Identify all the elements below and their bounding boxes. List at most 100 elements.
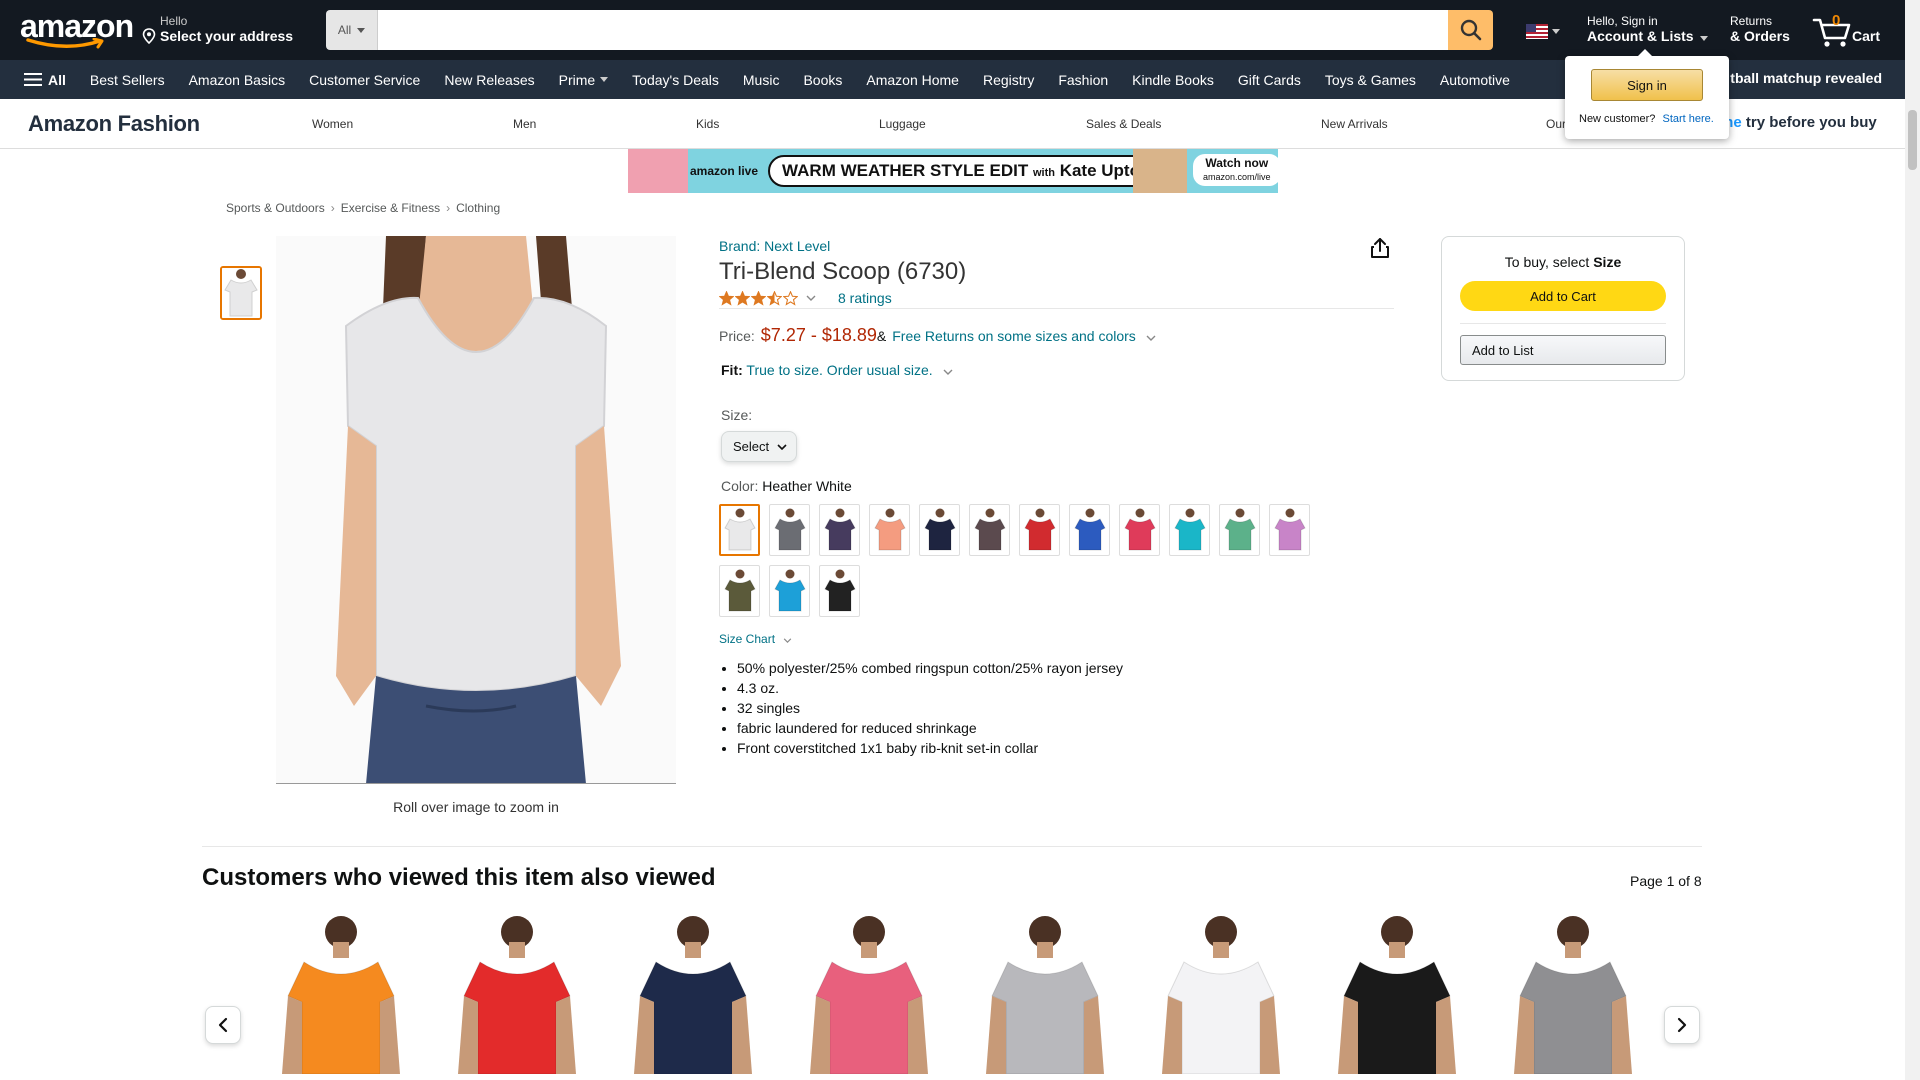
banner-watch-url: amazon.com/live (1203, 172, 1271, 182)
free-returns-link[interactable]: Free Returns on some sizes and colors (892, 328, 1156, 344)
image-thumbnail[interactable] (220, 266, 262, 320)
related-product-card[interactable] (628, 914, 758, 1074)
shirt-color-image (723, 569, 756, 612)
nav-fashion[interactable]: Fashion (1046, 72, 1120, 88)
brand-link[interactable]: Brand: Next Level (719, 238, 830, 254)
nav-gift-cards[interactable]: Gift Cards (1226, 72, 1313, 88)
nav-music[interactable]: Music (731, 72, 792, 88)
language-selector[interactable] (1526, 24, 1560, 39)
amazon-logo[interactable]: amazon (20, 10, 134, 49)
color-swatch[interactable] (819, 565, 860, 617)
related-product-image (282, 916, 400, 1074)
color-swatch[interactable] (1269, 504, 1310, 556)
nav-kindle-books[interactable]: Kindle Books (1120, 72, 1226, 88)
nav-registry[interactable]: Registry (971, 72, 1046, 88)
fashion-link-men[interactable]: Men (513, 117, 536, 131)
nav-customer-service[interactable]: Customer Service (297, 72, 432, 88)
color-swatch[interactable] (1219, 504, 1260, 556)
nav-amazon-basics[interactable]: Amazon Basics (177, 72, 297, 88)
color-swatch[interactable] (1069, 504, 1110, 556)
nav-best-sellers[interactable]: Best Sellers (78, 72, 177, 88)
nav-toys-games[interactable]: Toys & Games (1313, 72, 1428, 88)
related-product-image (458, 916, 576, 1074)
size-dropdown[interactable]: Select (721, 431, 798, 462)
nav-prime[interactable]: Prime (547, 72, 621, 88)
star-rating[interactable] (719, 290, 798, 306)
related-product-card[interactable] (276, 914, 406, 1074)
color-swatch[interactable] (869, 504, 910, 556)
smile-icon (26, 38, 104, 49)
fit-value[interactable]: True to size. Order usual size. (746, 362, 932, 378)
related-product-card[interactable] (980, 914, 1110, 1074)
related-product-card[interactable] (1156, 914, 1286, 1074)
color-label-text: Color: (721, 478, 759, 494)
color-value: Heather White (762, 478, 852, 494)
banner-watch-now: Watch now amazon.com/live (1193, 154, 1278, 186)
chevron-down-icon[interactable] (943, 369, 953, 375)
color-swatch[interactable] (1119, 504, 1160, 556)
title-divider (719, 308, 1394, 309)
color-swatch[interactable] (719, 565, 760, 617)
prime-try-before-you-buy[interactable]: me try before you buy (1720, 114, 1877, 131)
cart[interactable]: 0 Cart (1812, 10, 1882, 50)
carousel-page-indicator: Page 1 of 8 (1630, 873, 1702, 889)
breadcrumb-item[interactable]: Clothing (456, 201, 500, 215)
nav-books[interactable]: Books (791, 72, 854, 88)
carousel-prev-button[interactable] (205, 1006, 241, 1044)
breadcrumb-item[interactable]: Exercise & Fitness (341, 201, 440, 215)
start-here-link[interactable]: Start here. (1662, 113, 1713, 125)
ratings-count-link[interactable]: 8 ratings (838, 290, 892, 306)
related-product-card[interactable] (452, 914, 582, 1074)
banner-host-photo (1133, 149, 1187, 193)
nav-todays-deals[interactable]: Today's Deals (620, 72, 731, 88)
fashion-link-luggage[interactable]: Luggage (879, 117, 926, 131)
related-product-card[interactable] (1508, 914, 1638, 1074)
search-input[interactable] (378, 10, 1448, 50)
feature-bullet: Front coverstitched 1x1 baby rib-knit se… (737, 738, 1123, 758)
add-to-list-button[interactable]: Add to List (1460, 335, 1666, 365)
shirt-color-image (1023, 508, 1056, 551)
search-bar: All (326, 10, 1493, 50)
share-button[interactable] (1370, 237, 1390, 264)
page-scrollbar[interactable] (1905, 0, 1920, 1080)
color-swatch[interactable] (1019, 504, 1060, 556)
size-chart-link[interactable]: Size Chart (719, 632, 792, 646)
breadcrumb-item[interactable]: Sports & Outdoors (226, 201, 325, 215)
fashion-link-women[interactable]: Women (312, 117, 353, 131)
search-button[interactable] (1448, 10, 1493, 50)
fashion-link-sales-deals[interactable]: Sales & Deals (1086, 117, 1161, 131)
banner-watch-label: Watch now (1205, 156, 1269, 170)
banner-with: with (1032, 167, 1055, 179)
color-swatch[interactable] (769, 565, 810, 617)
nav-automotive[interactable]: Automotive (1428, 72, 1522, 88)
fashion-link-our[interactable]: Our (1546, 117, 1566, 131)
fashion-link-new-arrivals[interactable]: New Arrivals (1321, 117, 1388, 131)
zoom-hint: Roll over image to zoom in (393, 799, 559, 815)
amazon-live-banner[interactable]: amazon live WARM WEATHER STYLE EDIT with… (628, 149, 1278, 193)
color-swatch[interactable] (719, 504, 760, 556)
main-product-image[interactable] (276, 236, 676, 784)
caret-down-icon (1552, 29, 1560, 34)
all-menu-button[interactable]: All (0, 72, 78, 88)
add-to-cart-button[interactable]: Add to Cart (1460, 281, 1666, 311)
fashion-title[interactable]: Amazon Fashion (28, 111, 200, 137)
account-lists[interactable]: Hello, Sign in Account & Lists (1587, 14, 1709, 44)
search-category-dropdown[interactable]: All (326, 10, 378, 50)
chevron-down-icon[interactable] (806, 295, 816, 301)
deliver-to[interactable]: Hello Select your address (142, 14, 293, 44)
nav-new-releases[interactable]: New Releases (432, 72, 546, 88)
color-swatch[interactable] (819, 504, 860, 556)
scrollbar-thumb[interactable] (1908, 110, 1917, 170)
color-swatch[interactable] (769, 504, 810, 556)
fashion-link-kids[interactable]: Kids (696, 117, 719, 131)
nav-promo[interactable]: tball matchup revealed (1730, 70, 1882, 86)
carousel-next-button[interactable] (1664, 1006, 1700, 1044)
color-swatch[interactable] (969, 504, 1010, 556)
returns-orders[interactable]: Returns & Orders (1730, 14, 1790, 44)
related-product-card[interactable] (1332, 914, 1462, 1074)
color-swatch[interactable] (1169, 504, 1210, 556)
nav-amazon-home[interactable]: Amazon Home (854, 72, 971, 88)
sign-in-button[interactable]: Sign in (1591, 69, 1703, 101)
related-product-card[interactable] (804, 914, 934, 1074)
color-swatch[interactable] (919, 504, 960, 556)
